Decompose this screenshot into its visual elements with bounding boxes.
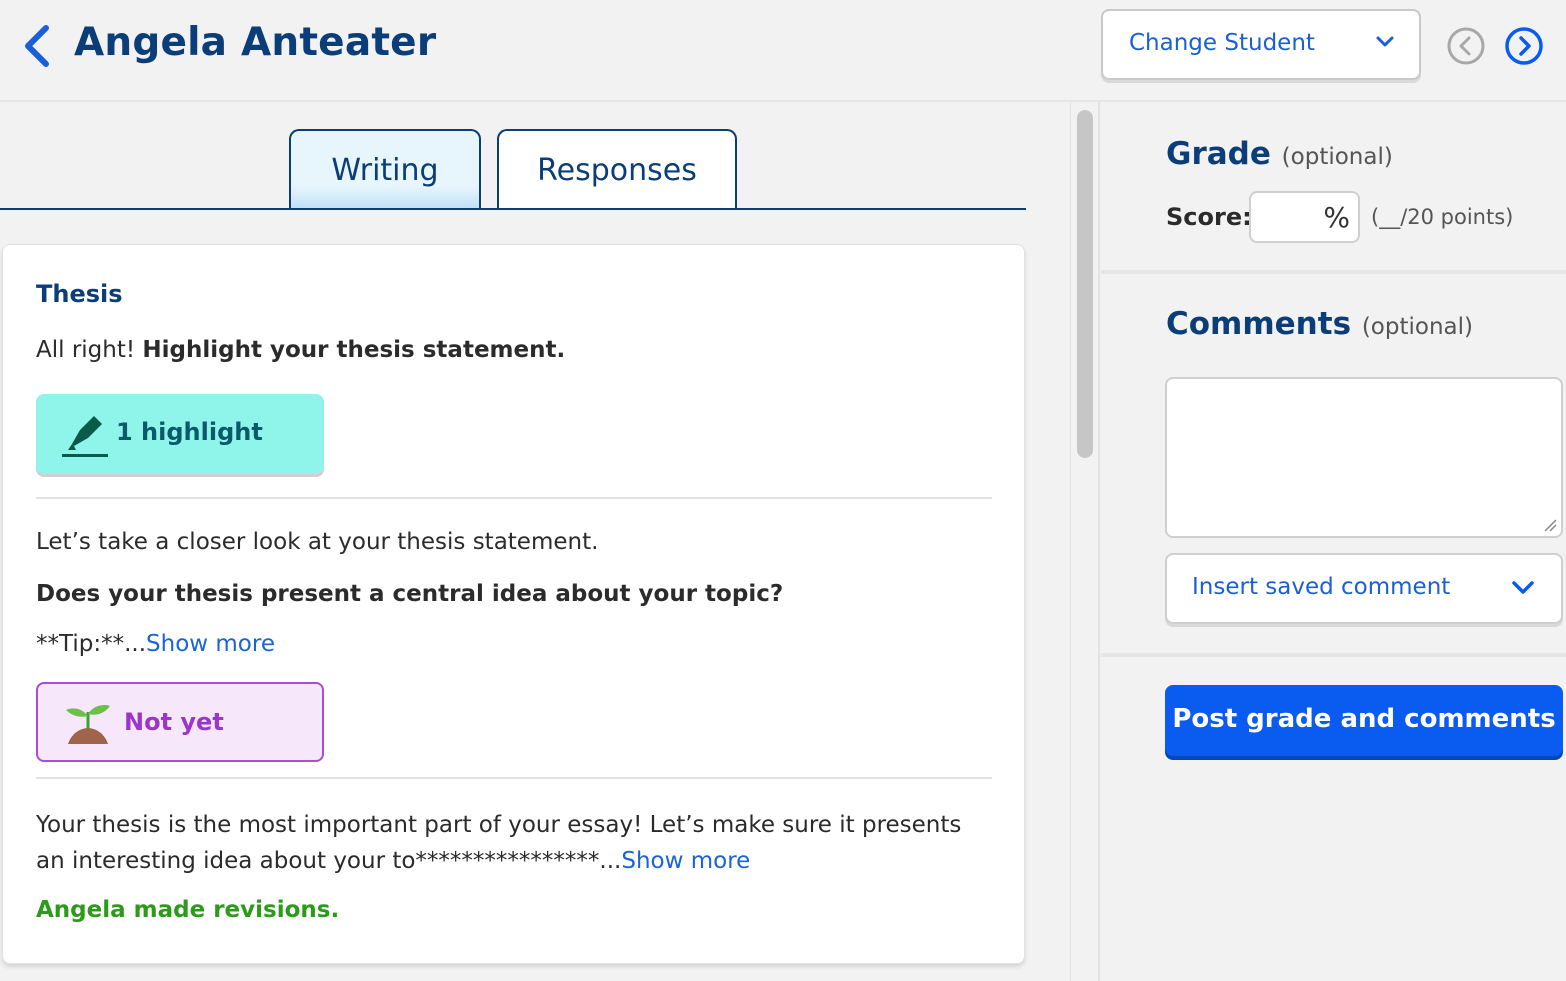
student-name-title: Angela Anteater xyxy=(74,20,437,65)
not-yet-status-button[interactable]: Not yet xyxy=(36,682,324,762)
show-more-link[interactable]: Show more xyxy=(146,631,275,657)
back-button[interactable] xyxy=(20,24,56,68)
revisions-status: Angela made revisions. xyxy=(36,897,340,923)
comments-title: Comments xyxy=(1166,306,1352,342)
circle-chevron-left-icon xyxy=(1447,27,1485,65)
next-student-button[interactable] xyxy=(1504,26,1544,66)
closer-look-text: Let’s take a closer look at your thesis … xyxy=(36,529,599,555)
scrollbar-thumb[interactable] xyxy=(1077,110,1093,458)
points-hint: (__/20 points) xyxy=(1371,205,1514,229)
score-label: Score: xyxy=(1166,203,1252,231)
resize-handle-icon[interactable] xyxy=(1543,518,1557,532)
comments-heading: Comments (optional) xyxy=(1166,306,1473,342)
previous-student-button[interactable] xyxy=(1446,26,1486,66)
grade-optional-label: (optional) xyxy=(1281,144,1393,170)
prompt-bold: Highlight your thesis statement. xyxy=(142,337,566,363)
grading-panel: Grade (optional) Score: % (__/20 points)… xyxy=(1101,102,1566,981)
chevron-down-icon xyxy=(1376,36,1394,47)
highlight-count-label: 1 highlight xyxy=(116,418,263,446)
grade-title: Grade xyxy=(1166,136,1271,172)
insert-saved-comment-dropdown[interactable]: Insert saved comment xyxy=(1165,553,1563,624)
saved-comment-label: Insert saved comment xyxy=(1192,574,1451,600)
header-bar: Angela Anteater Change Student xyxy=(0,0,1566,102)
comments-optional-label: (optional) xyxy=(1361,314,1473,340)
comment-textarea[interactable] xyxy=(1165,377,1563,538)
score-input[interactable]: % xyxy=(1249,191,1360,243)
circle-chevron-right-icon xyxy=(1505,27,1543,65)
not-yet-label: Not yet xyxy=(124,708,224,736)
feedback-show-more-link[interactable]: Show more xyxy=(621,848,750,874)
tab-responses[interactable]: Responses xyxy=(497,129,737,210)
highlight-button[interactable]: 1 highlight xyxy=(36,394,324,474)
thesis-question: Does your thesis present a central idea … xyxy=(36,581,784,607)
tab-writing[interactable]: Writing xyxy=(289,129,481,210)
change-student-dropdown[interactable]: Change Student xyxy=(1101,9,1421,80)
divider xyxy=(36,497,992,499)
feedback-text: Your thesis is the most important part o… xyxy=(36,807,996,879)
prompt-prefix: All right! xyxy=(36,337,143,363)
scrollbar-track xyxy=(1070,102,1100,981)
highlighter-icon xyxy=(62,416,108,457)
thesis-prompt: All right! Highlight your thesis stateme… xyxy=(36,337,565,363)
divider xyxy=(36,777,992,779)
tab-underline xyxy=(0,208,1026,210)
change-student-label: Change Student xyxy=(1129,30,1315,56)
grade-heading: Grade (optional) xyxy=(1166,136,1393,172)
chevron-down-icon xyxy=(1512,581,1534,594)
panel-divider xyxy=(1101,653,1566,657)
feedback-body: Your thesis is the most important part o… xyxy=(36,812,962,874)
panel-divider xyxy=(1101,270,1566,274)
tip-text: **Tip:**...Show more xyxy=(36,631,275,657)
seedling-icon xyxy=(66,704,110,744)
post-grade-button[interactable]: Post grade and comments xyxy=(1165,685,1563,756)
section-title: Thesis xyxy=(36,280,123,308)
thesis-card: Thesis All right! Highlight your thesis … xyxy=(2,244,1025,964)
tip-label: **Tip:**... xyxy=(36,631,147,657)
post-grade-label: Post grade and comments xyxy=(1172,704,1556,734)
chevron-left-icon xyxy=(25,25,49,67)
percent-symbol: % xyxy=(1323,201,1350,234)
